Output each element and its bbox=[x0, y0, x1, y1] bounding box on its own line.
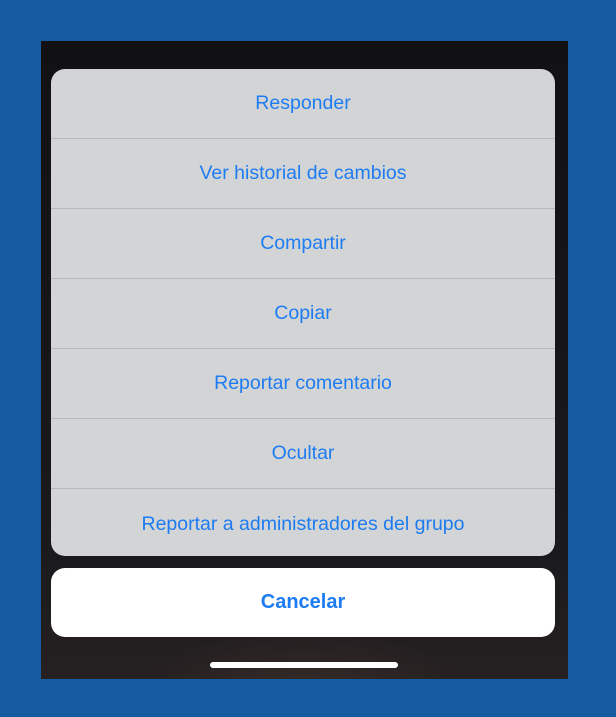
cancel-button[interactable]: Cancelar bbox=[51, 568, 555, 637]
copy-label: Copiar bbox=[274, 302, 332, 324]
report-to-group-admins-label: Reportar a administradores del grupo bbox=[141, 512, 465, 535]
report-comment-label: Reportar comentario bbox=[214, 372, 392, 394]
action-sheet: Responder Ver historial de cambios Compa… bbox=[51, 69, 555, 556]
reply-label: Responder bbox=[255, 92, 351, 114]
hide-label: Ocultar bbox=[271, 442, 335, 464]
cancel-label: Cancelar bbox=[260, 591, 346, 613]
copy-button[interactable]: Copiar bbox=[51, 279, 555, 349]
report-comment-button[interactable]: Reportar comentario bbox=[51, 349, 555, 419]
phone-screen: Responder Ver historial de cambios Compa… bbox=[41, 41, 568, 679]
view-edit-history-label: Ver historial de cambios bbox=[199, 162, 407, 184]
reply-button[interactable]: Responder bbox=[51, 69, 555, 139]
home-indicator[interactable] bbox=[210, 662, 398, 668]
hide-button[interactable]: Ocultar bbox=[51, 419, 555, 489]
share-label: Compartir bbox=[260, 232, 346, 254]
view-edit-history-button[interactable]: Ver historial de cambios bbox=[51, 139, 555, 209]
share-button[interactable]: Compartir bbox=[51, 209, 555, 279]
report-to-group-admins-button[interactable]: Reportar a administradores del grupo bbox=[51, 489, 555, 556]
